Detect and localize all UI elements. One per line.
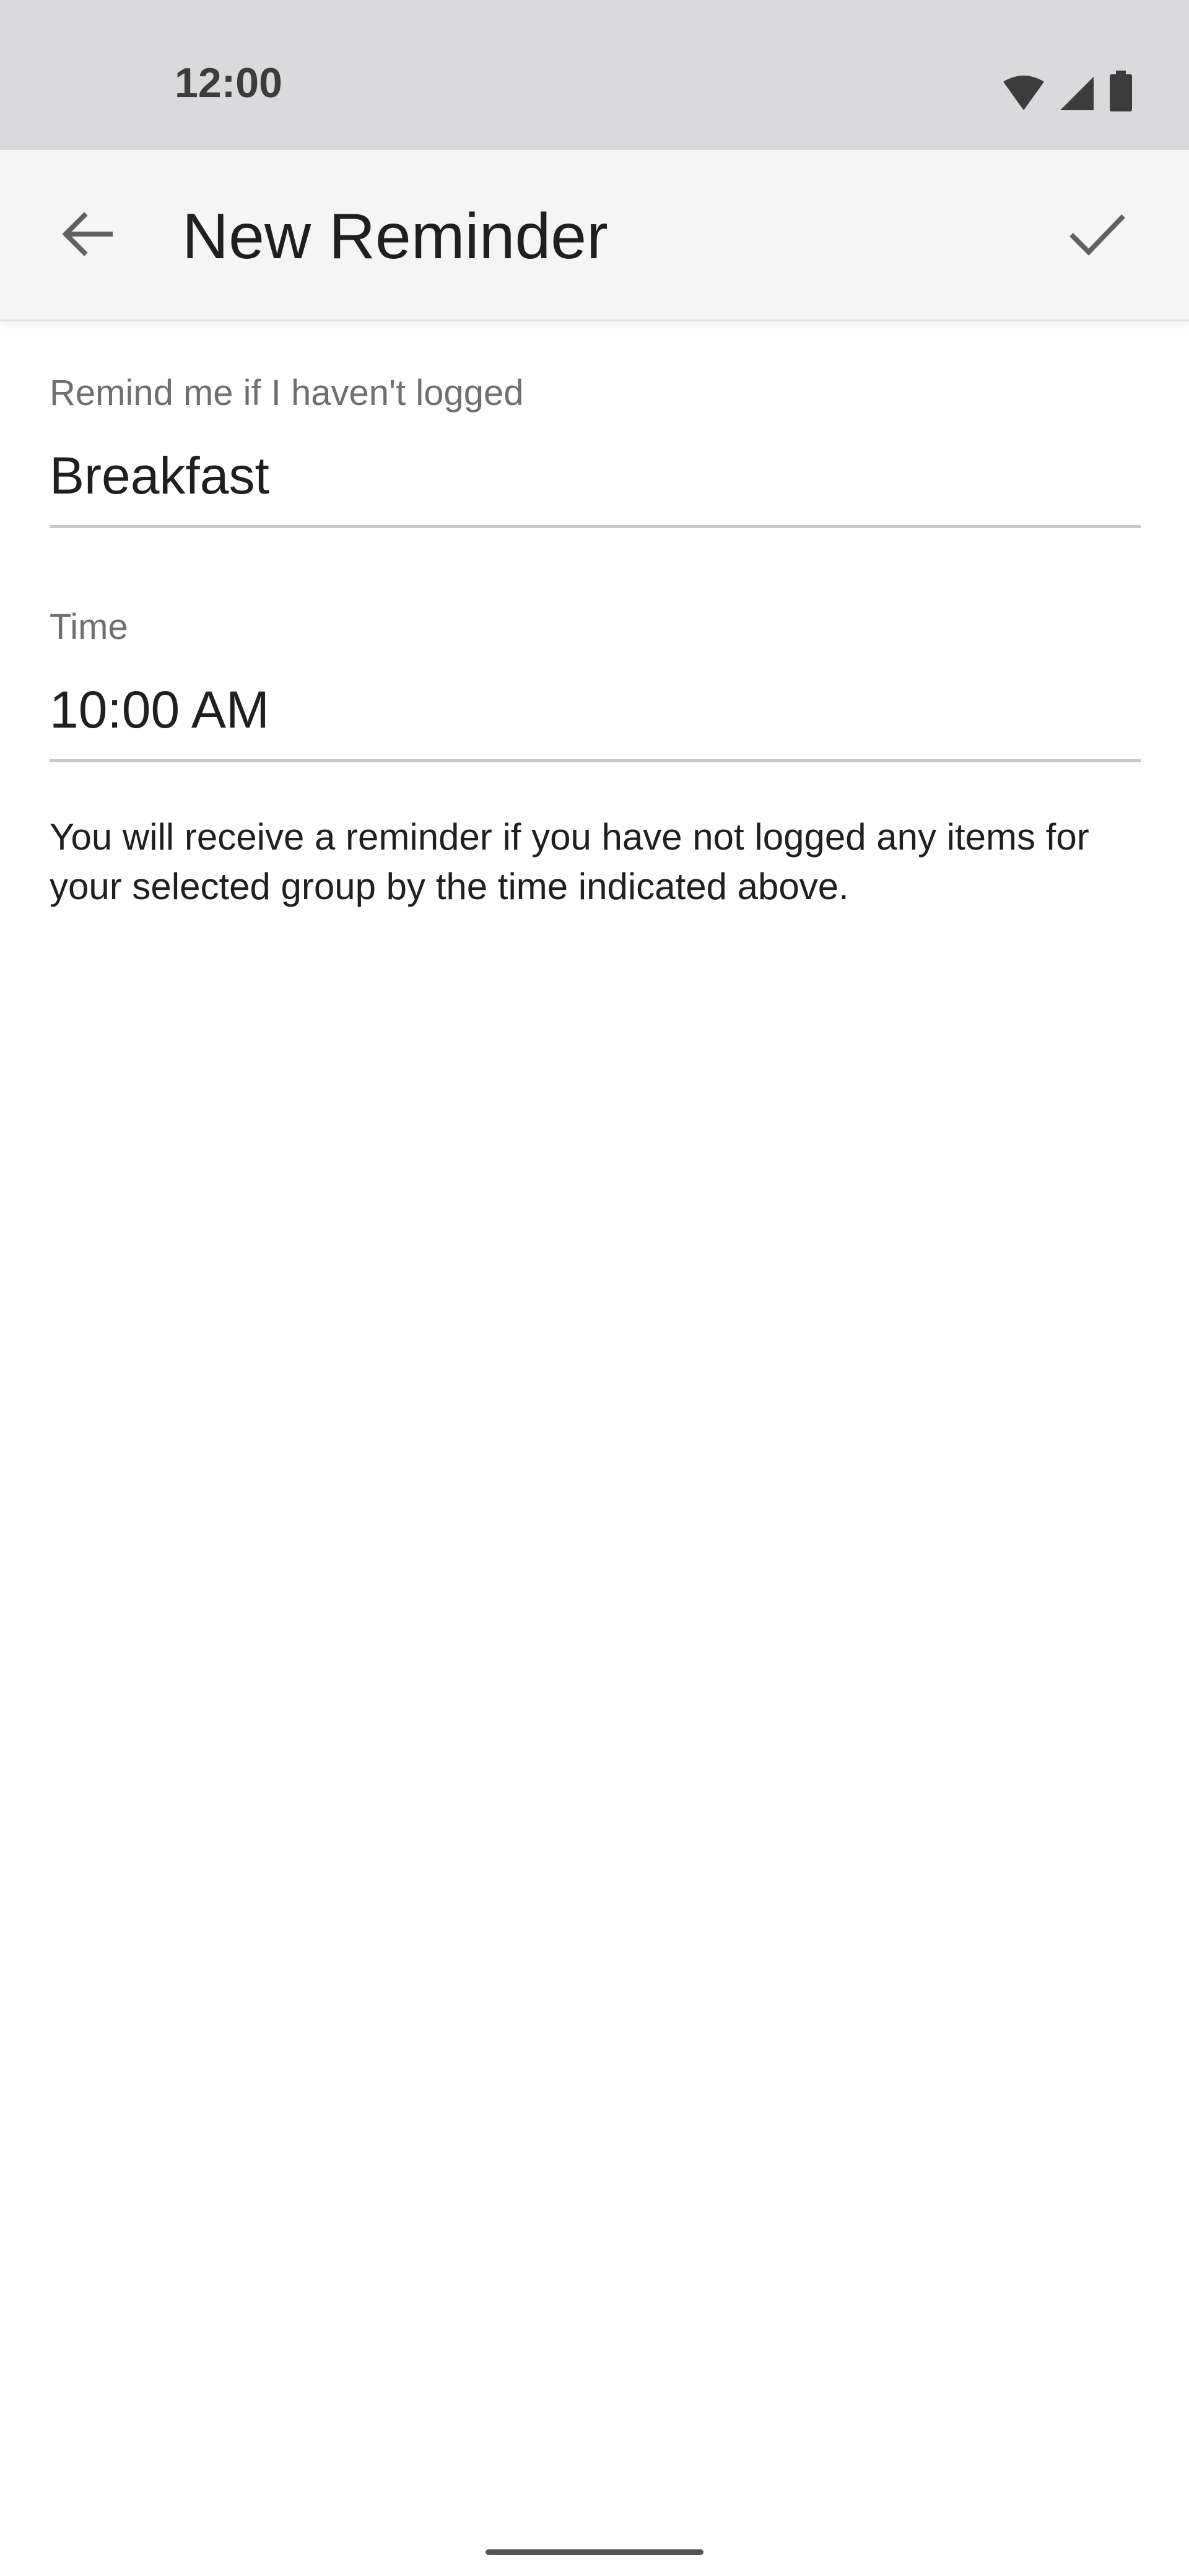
time-field[interactable]: Time 10:00 AM (50, 609, 1141, 764)
back-button[interactable] (50, 198, 124, 272)
checkmark-icon (1069, 212, 1126, 259)
page-title: New Reminder (182, 201, 608, 272)
status-bar: 12:00 (0, 0, 1189, 150)
status-icons (1002, 68, 1133, 111)
time-underline (50, 759, 1141, 762)
status-time: 12:00 (175, 59, 282, 107)
reminder-group-value[interactable]: Breakfast (50, 450, 269, 502)
reminder-group-label: Remind me if I haven't logged (50, 373, 524, 413)
home-indicator[interactable] (486, 2549, 703, 2555)
cellular-signal-icon (1059, 76, 1095, 111)
reminder-group-field[interactable]: Remind me if I haven't logged Breakfast (50, 375, 1141, 530)
time-label: Time (50, 607, 128, 647)
reminder-group-underline (50, 525, 1141, 528)
app-bar: New Reminder (0, 150, 1189, 321)
time-value[interactable]: 10:00 AM (50, 684, 269, 736)
arrow-left-icon (61, 211, 113, 259)
helper-text: You will receive a reminder if you have … (50, 816, 1089, 907)
wifi-icon (1002, 76, 1045, 111)
save-button[interactable] (1060, 198, 1135, 272)
battery-icon (1108, 71, 1133, 111)
